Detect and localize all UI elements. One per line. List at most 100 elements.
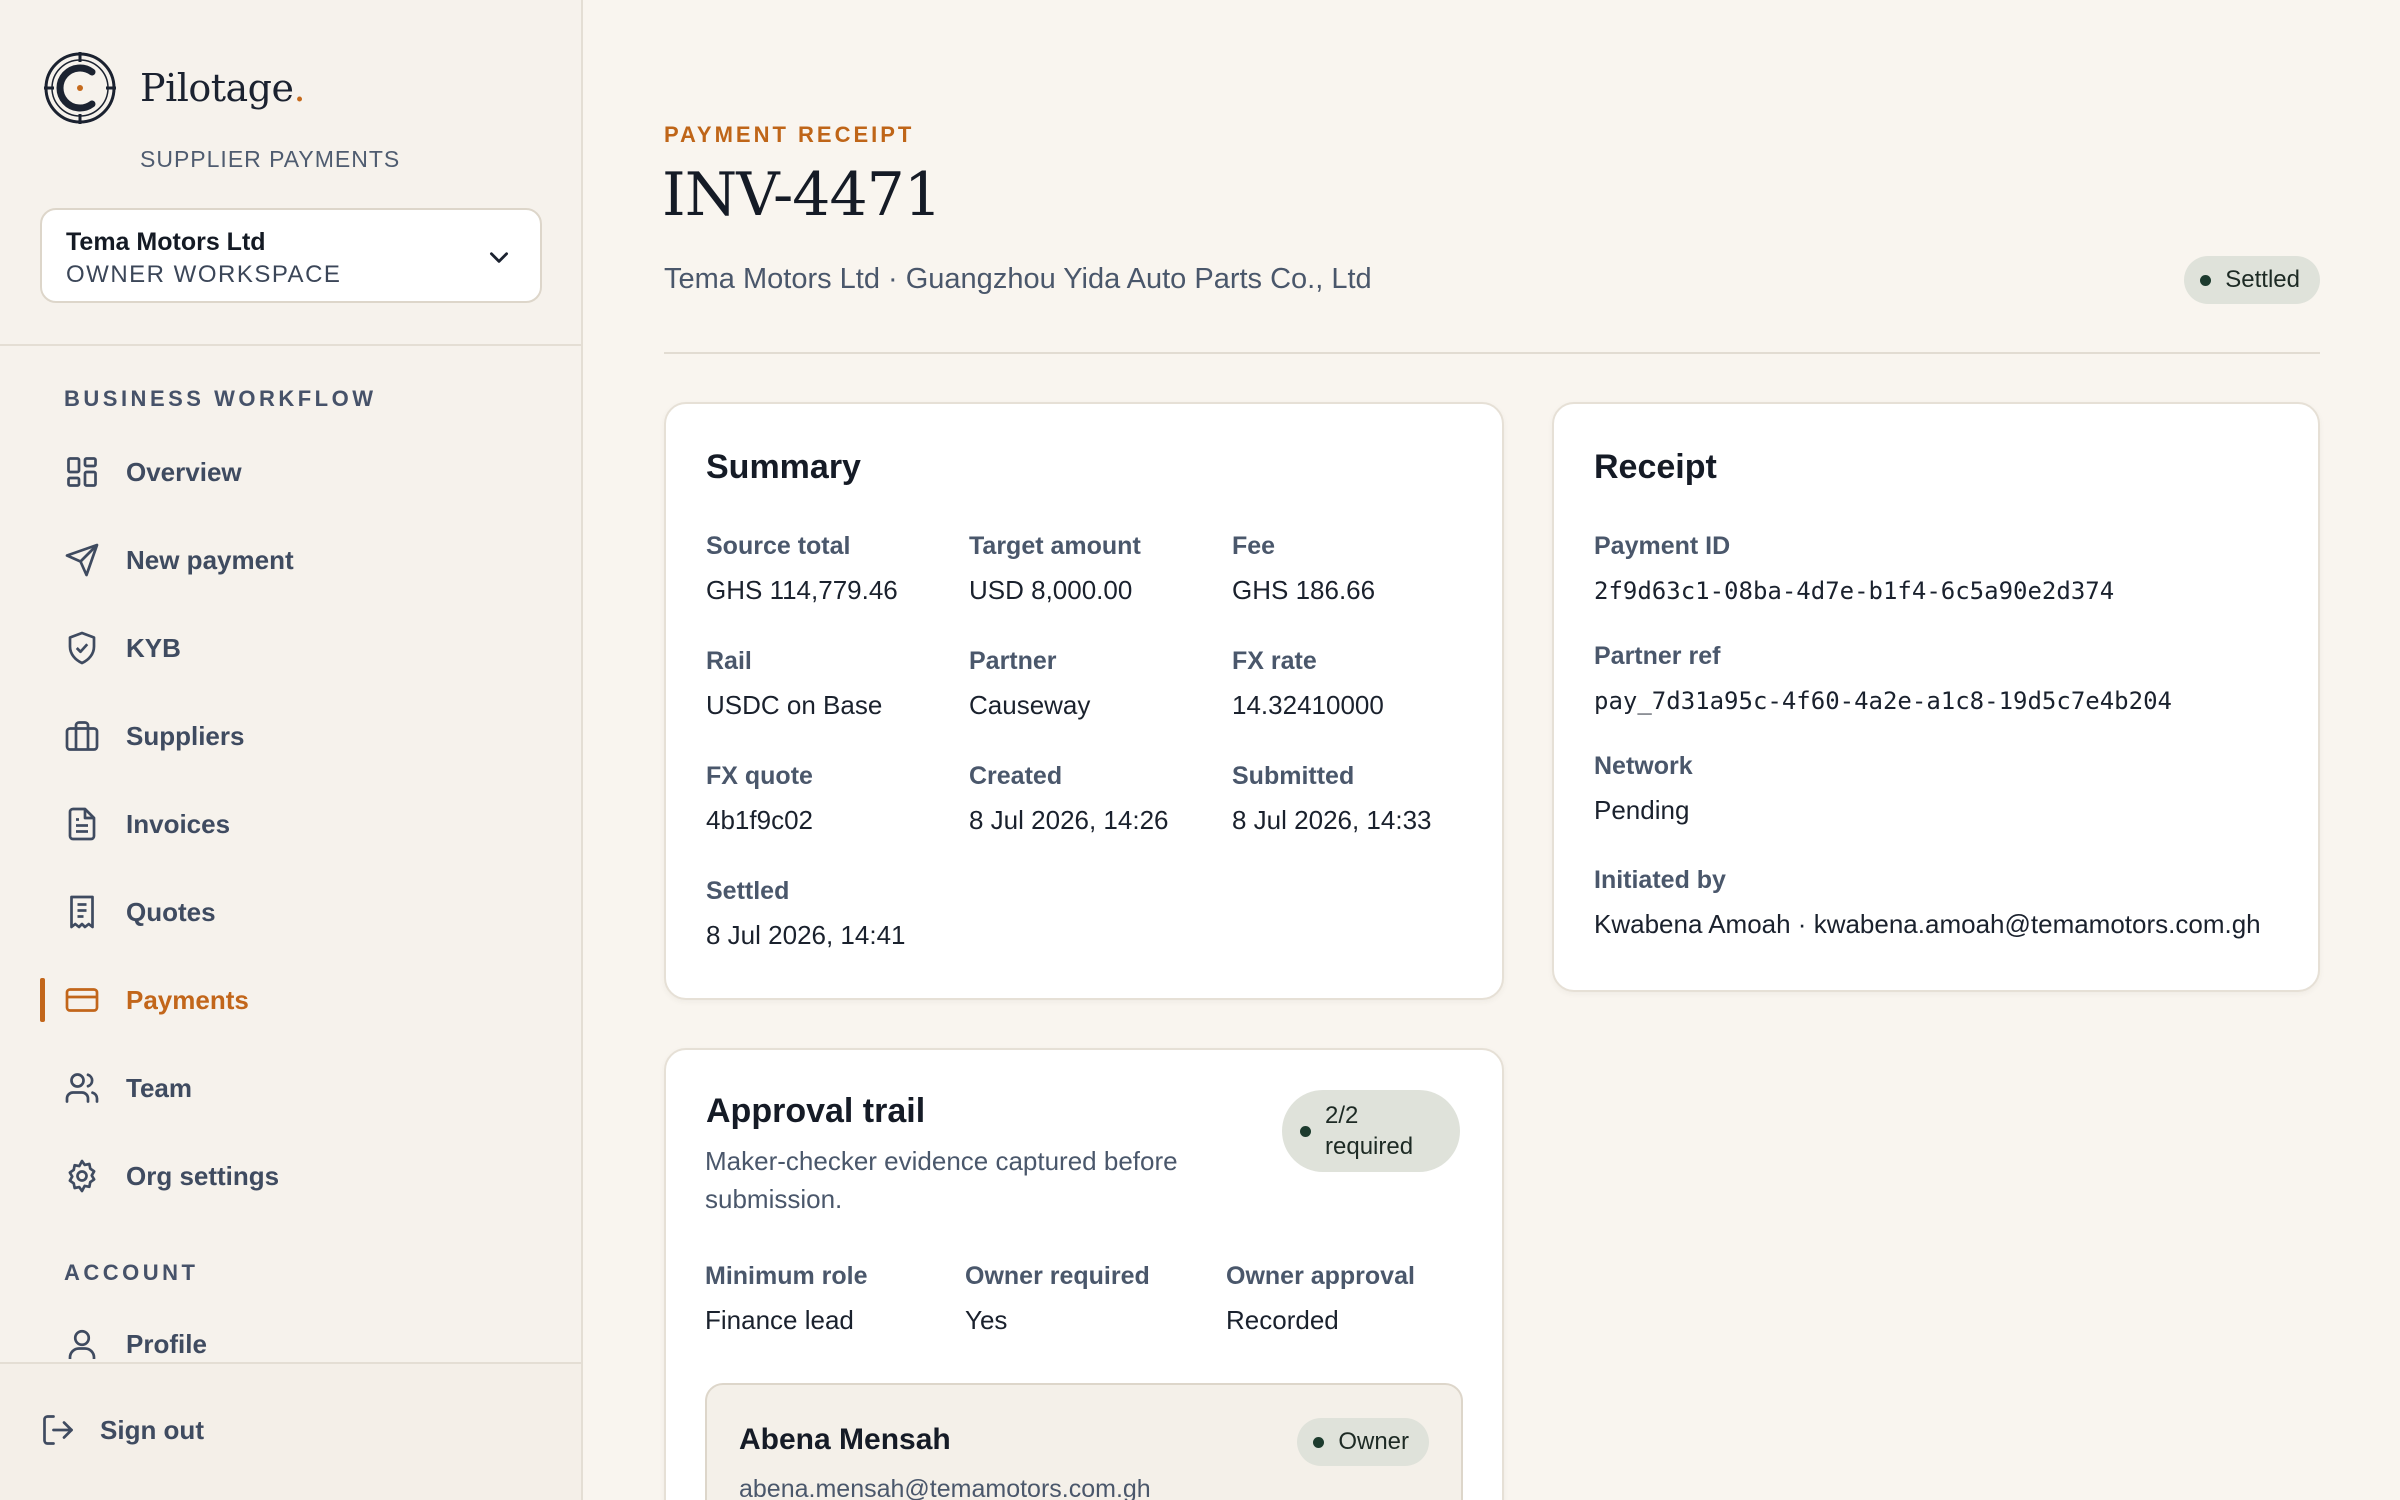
section-label-workflow: BUSINESS WORKFLOW <box>64 386 377 411</box>
receipt-field: Network Pending <box>1594 752 1693 826</box>
field-label: Created <box>969 762 1063 790</box>
field-label: Payment ID <box>1594 532 1731 560</box>
field-value: GHS 186.66 <box>1232 575 1376 605</box>
status-label: Settled <box>2225 266 2300 293</box>
receipt-title: Receipt <box>1594 448 1717 486</box>
field-label: Fee <box>1232 532 1276 560</box>
shield-check-icon <box>68 631 96 665</box>
payment-parties: Tema Motors Ltd · Guangzhou Yida Auto Pa… <box>664 263 1372 295</box>
send-icon <box>65 543 99 577</box>
approval-field: Owner required Yes <box>965 1262 1150 1336</box>
field-value: Yes <box>965 1305 1008 1335</box>
field-label: Owner approval <box>1226 1262 1415 1290</box>
field-value: 8 Jul 2026, 14:33 <box>1232 805 1432 835</box>
approvals-required-label: 2/2 required <box>1325 1102 1414 1160</box>
field-label: Target amount <box>969 532 1141 560</box>
summary-field: Created 8 Jul 2026, 14:26 <box>969 762 1169 836</box>
status-dot <box>2200 274 2212 286</box>
approver-email: abena.mensah@temamotors.com.gh <box>739 1475 1151 1500</box>
sign-out-button[interactable]: Sign out <box>40 1400 204 1460</box>
field-value: GHS 114,779.46 <box>706 575 898 605</box>
brand-name: Pilotage. <box>140 66 306 110</box>
nav-item-kyb[interactable]: KYB <box>40 615 540 681</box>
role-label: Owner <box>1338 1428 1409 1455</box>
credit-card-icon <box>65 988 99 1012</box>
page-eyebrow: PAYMENT RECEIPT <box>664 122 915 147</box>
brand[interactable]: Pilotage. <box>42 50 306 126</box>
summary-field: Rail USDC on Base <box>706 647 882 721</box>
summary-title: Summary <box>706 448 861 486</box>
field-label: Rail <box>706 647 752 675</box>
nav-item-overview[interactable]: Overview <box>40 439 540 505</box>
briefcase-icon <box>65 721 99 751</box>
summary-card: Summary Source total GHS 114,779.46 Targ… <box>664 402 1504 1000</box>
nav-label: Org settings <box>126 1160 280 1191</box>
field-label: Network <box>1594 752 1693 780</box>
summary-field: Target amount USD 8,000.00 <box>969 532 1141 606</box>
field-value: Pending <box>1594 795 1690 825</box>
field-label: FX quote <box>706 762 813 790</box>
field-label: Owner required <box>965 1262 1150 1290</box>
approval-field: Minimum role Finance lead <box>705 1262 868 1336</box>
sidebar-footer: Sign out <box>0 1362 581 1500</box>
summary-field: Source total GHS 114,779.46 <box>706 532 898 606</box>
status-badge: Settled <box>2184 256 2320 304</box>
field-label: Source total <box>706 532 851 560</box>
approver-name: Abena Mensah <box>739 1423 951 1456</box>
field-value: 4b1f9c02 <box>706 805 813 835</box>
summary-field: Submitted 8 Jul 2026, 14:33 <box>1232 762 1432 836</box>
approver-card: Abena Mensah abena.mensah@temamotors.com… <box>705 1383 1463 1500</box>
nav-label: Overview <box>126 456 242 487</box>
nav-item-payments[interactable]: Payments <box>40 967 540 1033</box>
nav-item-quotes[interactable]: Quotes <box>40 879 540 945</box>
summary-field: Settled 8 Jul 2026, 14:41 <box>706 877 906 951</box>
nav-label: New payment <box>126 544 294 575</box>
field-value: Kwabena Amoah · kwabena.amoah@temamotors… <box>1594 909 2261 939</box>
nav-item-org-settings[interactable]: Org settings <box>40 1143 540 1209</box>
document-icon <box>68 807 96 841</box>
nav-label: KYB <box>126 632 181 663</box>
nav-item-suppliers[interactable]: Suppliers <box>40 703 540 769</box>
nav-item-team[interactable]: Team <box>40 1055 540 1121</box>
partner-ref-value[interactable]: pay_7d31a95c-4f60-4a2e-a1c8-19d5c7e4b204 <box>1594 687 2172 715</box>
summary-field: FX rate 14.32410000 <box>1232 647 1384 721</box>
field-label: FX rate <box>1232 647 1317 675</box>
summary-field: FX quote 4b1f9c02 <box>706 762 813 836</box>
field-label: Partner ref <box>1594 642 1721 670</box>
nav-item-invoices[interactable]: Invoices <box>40 791 540 857</box>
receipt-field: Payment ID 2f9d63c1-08ba-4d7e-b1f4-6c5a9… <box>1594 532 2114 605</box>
gear-icon <box>68 1159 96 1193</box>
approval-title: Approval trail <box>706 1092 926 1130</box>
status-dot <box>1313 1436 1325 1448</box>
sidebar-divider <box>0 344 581 346</box>
receipt-field: Partner ref pay_7d31a95c-4f60-4a2e-a1c8-… <box>1594 642 2172 715</box>
nav-label: Quotes <box>126 896 216 927</box>
nav-item-new-payment[interactable]: New payment <box>40 527 540 593</box>
nav-label: Payments <box>126 984 249 1015</box>
nav-label: Invoices <box>126 808 231 839</box>
field-value: Recorded <box>1226 1305 1339 1335</box>
sidebar: Pilotage. SUPPLIER PAYMENTS Tema Motors … <box>0 0 583 1500</box>
compass-logo-icon <box>44 52 116 124</box>
field-value: Finance lead <box>705 1305 854 1335</box>
receipt-card: Receipt Payment ID 2f9d63c1-08ba-4d7e-b1… <box>1552 402 2320 992</box>
brand-subtitle: SUPPLIER PAYMENTS <box>140 146 401 172</box>
field-label: Settled <box>706 877 790 905</box>
field-label: Partner <box>969 647 1057 675</box>
header-divider <box>664 352 2320 354</box>
approval-field: Owner approval Recorded <box>1226 1262 1415 1336</box>
workspace-name: Tema Motors Ltd <box>66 228 266 256</box>
section-label-account: ACCOUNT <box>64 1260 199 1285</box>
field-value: 8 Jul 2026, 14:41 <box>706 920 906 950</box>
nav-label: Profile <box>126 1328 207 1359</box>
field-label: Initiated by <box>1594 866 1726 894</box>
chevron-down-icon <box>490 252 508 263</box>
workspace-switcher[interactable]: Tema Motors Ltd OWNER WORKSPACE <box>40 208 542 303</box>
nav-label: Team <box>126 1072 192 1103</box>
field-value: USD 8,000.00 <box>969 575 1133 605</box>
field-label: Minimum role <box>705 1262 868 1290</box>
approval-subtitle: Maker-checker evidence captured before s… <box>705 1146 1178 1214</box>
field-value: USDC on Base <box>706 690 883 720</box>
user-icon <box>68 1329 96 1359</box>
payment-id-value[interactable]: 2f9d63c1-08ba-4d7e-b1f4-6c5a90e2d374 <box>1594 577 2114 605</box>
